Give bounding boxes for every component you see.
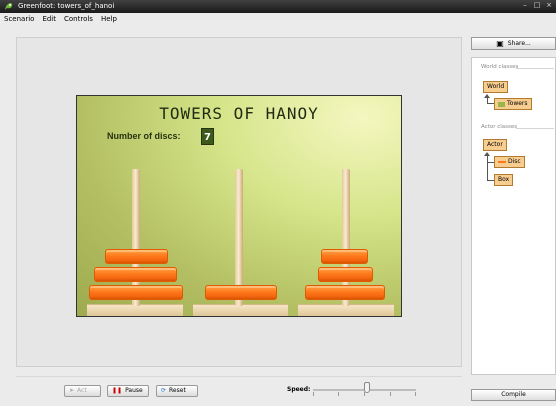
window-controls: – □ ×	[520, 1, 554, 11]
tree-line	[487, 103, 494, 104]
actor-classes-label: Actor classes	[481, 124, 518, 130]
menu-controls[interactable]: Controls	[64, 13, 93, 26]
disc-thumb-icon	[498, 161, 506, 163]
disc[interactable]	[318, 267, 373, 282]
maximize-icon[interactable]: □	[532, 1, 542, 10]
world-class-label: World	[487, 83, 505, 90]
world-canvas[interactable]: TOWERS OF HANOY Number of discs: 7	[76, 95, 402, 317]
disc[interactable]	[94, 267, 177, 282]
act-label: Act	[77, 387, 87, 394]
close-icon[interactable]: ×	[544, 1, 554, 10]
menu-edit[interactable]: Edit	[42, 13, 56, 26]
towers-thumb-icon	[498, 101, 505, 107]
disc[interactable]	[89, 285, 183, 300]
world-title: TOWERS OF HANOY	[159, 104, 319, 123]
share-label: Share...	[507, 40, 531, 47]
compile-button[interactable]: Compile	[471, 389, 556, 401]
disc-class-label: Disc	[508, 158, 521, 165]
box-class[interactable]: Box	[494, 174, 514, 186]
divider	[516, 128, 554, 129]
world-classes-label: World classes	[481, 64, 519, 70]
act-button[interactable]: ➤ Act	[64, 385, 101, 397]
speed-slider-thumb[interactable]	[364, 382, 370, 393]
tree-line	[487, 156, 488, 181]
menu-scenario[interactable]: Scenario	[4, 13, 34, 26]
window-title: Greenfoot: towers_of_hanoi	[18, 2, 115, 10]
tree-line	[487, 162, 494, 163]
actor-class[interactable]: Actor	[483, 139, 507, 151]
divider	[516, 68, 554, 69]
disc[interactable]	[305, 285, 385, 300]
disc[interactable]	[105, 249, 168, 264]
pause-label: Pause	[125, 387, 143, 394]
greenfoot-logo-icon	[5, 3, 13, 10]
tree-line	[487, 180, 494, 181]
disc-class[interactable]: Disc	[494, 156, 525, 168]
towers-class-label: Towers	[507, 100, 528, 107]
menu-help[interactable]: Help	[101, 13, 117, 26]
discs-count[interactable]: 7	[201, 128, 214, 145]
minimize-icon[interactable]: –	[520, 1, 530, 10]
pause-button[interactable]: ❚❚ Pause	[107, 385, 149, 397]
share-icon: ▣	[496, 39, 504, 48]
disc[interactable]	[321, 249, 368, 264]
pause-icon: ❚❚	[112, 387, 123, 394]
reset-icon: ⟳	[161, 387, 167, 394]
towers-class[interactable]: Towers	[494, 98, 532, 110]
world-class[interactable]: World	[483, 81, 509, 93]
disc[interactable]	[205, 285, 277, 300]
act-arrow-icon: ➤	[69, 387, 75, 394]
title-bar: Greenfoot: towers_of_hanoi – □ ×	[0, 0, 556, 13]
reset-label: Reset	[169, 387, 186, 394]
reset-button[interactable]: ⟳ Reset	[156, 385, 198, 397]
speed-label: Speed:	[287, 386, 311, 393]
actor-class-label: Actor	[487, 141, 503, 148]
menu-bar: Scenario Edit Controls Help	[0, 13, 556, 26]
share-button[interactable]: ▣ Share...	[471, 37, 556, 50]
box-class-label: Box	[498, 176, 510, 183]
discs-label: Number of discs:	[107, 131, 181, 141]
